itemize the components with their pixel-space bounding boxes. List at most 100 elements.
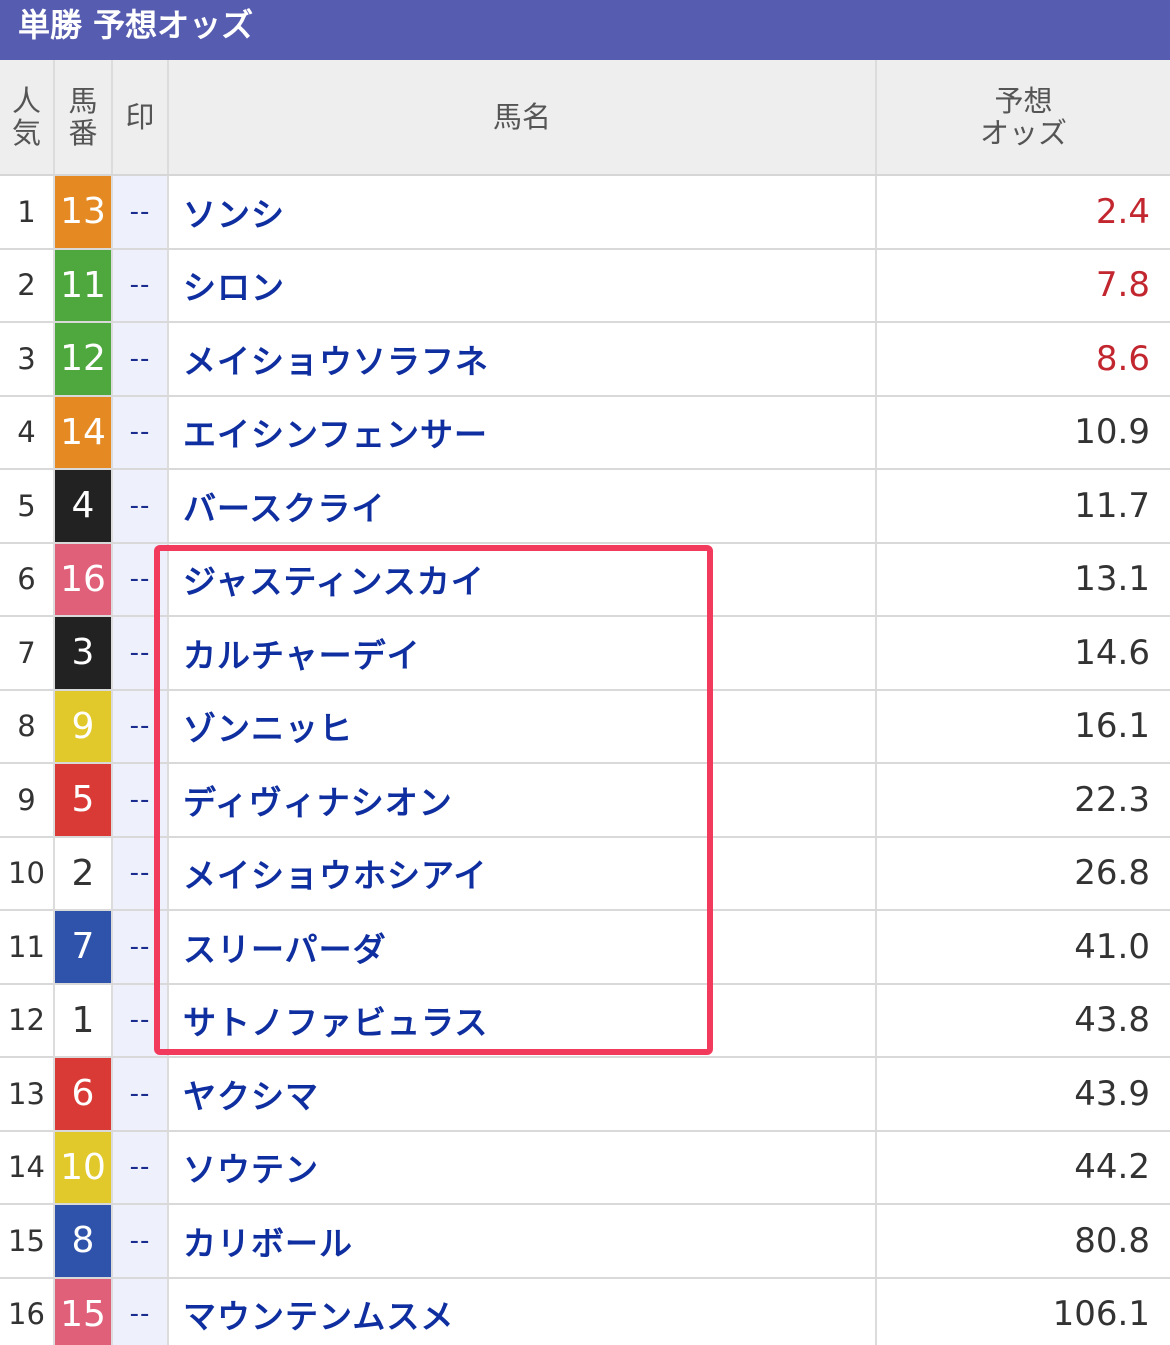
horse-number-badge: 9 [54, 689, 113, 764]
horse-number-badge: 8 [54, 1204, 113, 1279]
popularity-rank: 7 [0, 616, 55, 691]
horse-number-badge: 13 [54, 175, 113, 250]
odds-value: 43.8 [876, 983, 1170, 1058]
mark-selector[interactable]: -- [112, 395, 169, 470]
popularity-rank: 14 [0, 1130, 55, 1205]
horse-number-badge: 16 [54, 542, 113, 617]
odds-value: 10.9 [876, 395, 1170, 470]
mark-selector[interactable]: -- [112, 469, 169, 544]
header-text: 番 [68, 116, 98, 150]
horse-name-link[interactable]: マウンテンムスメ [168, 1277, 877, 1345]
horse-number-badge: 2 [54, 836, 113, 911]
mark-selector[interactable]: -- [112, 836, 169, 911]
horse-name-link[interactable]: カルチャーデイ [168, 616, 877, 691]
popularity-rank: 15 [0, 1204, 55, 1279]
horse-name-link[interactable]: ゾンニッヒ [168, 689, 877, 764]
mark-selector[interactable]: -- [112, 1277, 169, 1345]
horse-number-badge: 1 [54, 983, 113, 1058]
odds-value: 2.4 [876, 175, 1170, 250]
popularity-rank: 11 [0, 910, 55, 985]
table-row[interactable]: 10 2 -- メイショウホシアイ 26.8 [0, 836, 1170, 911]
header-text: 人 [11, 84, 41, 118]
horse-number-badge: 15 [54, 1277, 113, 1345]
horse-number-badge: 10 [54, 1130, 113, 1205]
horse-number-badge: 12 [54, 322, 113, 397]
column-header-horse-number[interactable]: 馬 番 [54, 60, 113, 176]
table-row[interactable]: 15 8 -- カリボール 80.8 [0, 1204, 1170, 1279]
odds-value: 14.6 [876, 616, 1170, 691]
table-row[interactable]: 14 10 -- ソウテン 44.2 [0, 1130, 1170, 1205]
mark-selector[interactable]: -- [112, 910, 169, 985]
mark-selector[interactable]: -- [112, 1130, 169, 1205]
table-header: 人 気 馬 番 印 馬名 予想 オッズ [0, 60, 1170, 176]
column-header-mark[interactable]: 印 [112, 60, 169, 176]
horse-name-link[interactable]: シロン [168, 248, 877, 323]
horse-name-link[interactable]: メイショウホシアイ [168, 836, 877, 911]
mark-selector[interactable]: -- [112, 175, 169, 250]
horse-number-badge: 3 [54, 616, 113, 691]
header-text: オッズ [979, 116, 1067, 150]
mark-selector[interactable]: -- [112, 616, 169, 691]
table-row[interactable]: 4 14 -- エイシンフェンサー 10.9 [0, 395, 1170, 470]
popularity-rank: 4 [0, 395, 55, 470]
horse-name-link[interactable]: カリボール [168, 1204, 877, 1279]
horse-name-link[interactable]: ソウテン [168, 1130, 877, 1205]
mark-selector[interactable]: -- [112, 542, 169, 617]
odds-value: 26.8 [876, 836, 1170, 911]
header-text: 予想 [994, 84, 1053, 118]
table-row[interactable]: 13 6 -- ヤクシマ 43.9 [0, 1057, 1170, 1132]
popularity-rank: 1 [0, 175, 55, 250]
odds-value: 44.2 [876, 1130, 1170, 1205]
table-row[interactable]: 1 13 -- ソンシ 2.4 [0, 175, 1170, 250]
page-title: 単勝 予想オッズ [0, 0, 1170, 60]
odds-value: 80.8 [876, 1204, 1170, 1279]
popularity-rank: 6 [0, 542, 55, 617]
horse-name-link[interactable]: ソンシ [168, 175, 877, 250]
table-row[interactable]: 9 5 -- ディヴィナシオン 22.3 [0, 763, 1170, 838]
odds-value: 13.1 [876, 542, 1170, 617]
mark-selector[interactable]: -- [112, 248, 169, 323]
column-header-popularity[interactable]: 人 気 [0, 60, 55, 176]
header-text: 馬 [68, 84, 98, 118]
odds-value: 41.0 [876, 910, 1170, 985]
horse-number-badge: 6 [54, 1057, 113, 1132]
table-row[interactable]: 6 16 -- ジャスティンスカイ 13.1 [0, 542, 1170, 617]
horse-name-link[interactable]: ジャスティンスカイ [168, 542, 877, 617]
table-row[interactable]: 7 3 -- カルチャーデイ 14.6 [0, 616, 1170, 691]
odds-value: 7.8 [876, 248, 1170, 323]
horse-name-link[interactable]: サトノファビュラス [168, 983, 877, 1058]
mark-selector[interactable]: -- [112, 983, 169, 1058]
table-row[interactable]: 11 7 -- スリーパーダ 41.0 [0, 910, 1170, 985]
table-body: 1 13 -- ソンシ 2.4 2 11 -- シロン 7.8 3 12 -- … [0, 175, 1170, 1345]
horse-name-link[interactable]: ヤクシマ [168, 1057, 877, 1132]
table-row[interactable]: 12 1 -- サトノファビュラス 43.8 [0, 983, 1170, 1058]
table-row[interactable]: 16 15 -- マウンテンムスメ 106.1 [0, 1277, 1170, 1345]
column-header-odds[interactable]: 予想 オッズ [876, 60, 1170, 176]
odds-value: 11.7 [876, 469, 1170, 544]
header-text: 気 [11, 116, 41, 150]
column-header-horse-name[interactable]: 馬名 [168, 60, 877, 176]
horse-name-link[interactable]: バースクライ [168, 469, 877, 544]
odds-value: 16.1 [876, 689, 1170, 764]
mark-selector[interactable]: -- [112, 763, 169, 838]
horse-number-badge: 11 [54, 248, 113, 323]
popularity-rank: 12 [0, 983, 55, 1058]
popularity-rank: 3 [0, 322, 55, 397]
table-row[interactable]: 3 12 -- メイショウソラフネ 8.6 [0, 322, 1170, 397]
popularity-rank: 2 [0, 248, 55, 323]
mark-selector[interactable]: -- [112, 1204, 169, 1279]
horse-number-badge: 14 [54, 395, 113, 470]
table-row[interactable]: 5 4 -- バースクライ 11.7 [0, 469, 1170, 544]
horse-name-link[interactable]: スリーパーダ [168, 910, 877, 985]
odds-value: 43.9 [876, 1057, 1170, 1132]
table-row[interactable]: 2 11 -- シロン 7.8 [0, 248, 1170, 323]
mark-selector[interactable]: -- [112, 322, 169, 397]
popularity-rank: 13 [0, 1057, 55, 1132]
horse-name-link[interactable]: メイショウソラフネ [168, 322, 877, 397]
table-row[interactable]: 8 9 -- ゾンニッヒ 16.1 [0, 689, 1170, 764]
horse-name-link[interactable]: エイシンフェンサー [168, 395, 877, 470]
horse-name-link[interactable]: ディヴィナシオン [168, 763, 877, 838]
mark-selector[interactable]: -- [112, 689, 169, 764]
odds-value: 22.3 [876, 763, 1170, 838]
mark-selector[interactable]: -- [112, 1057, 169, 1132]
